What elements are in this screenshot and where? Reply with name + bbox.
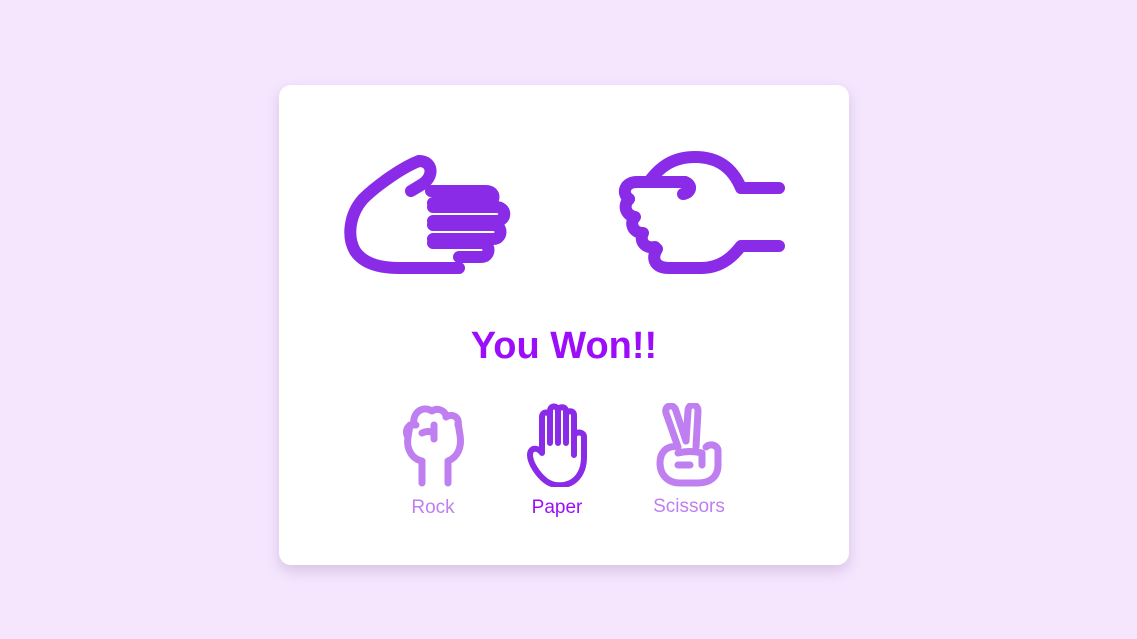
scissors-option-label: Scissors — [653, 496, 725, 517]
rock-icon — [402, 405, 464, 487]
computer-scissors-hand-icon — [618, 151, 785, 274]
game-card: You Won!! Rock Paper Scissors — [279, 85, 849, 565]
user-paper-hand-icon — [344, 155, 511, 274]
result-text: You Won!! — [470, 325, 658, 367]
paper-icon — [527, 403, 587, 487]
scissors-icon — [656, 403, 722, 487]
rock-option-button[interactable]: Rock — [383, 403, 483, 519]
scissors-option-button[interactable]: Scissors — [639, 403, 739, 518]
paper-option-button[interactable]: Paper — [507, 403, 607, 519]
rock-option-label: Rock — [411, 497, 455, 518]
paper-option-label: Paper — [531, 497, 583, 518]
